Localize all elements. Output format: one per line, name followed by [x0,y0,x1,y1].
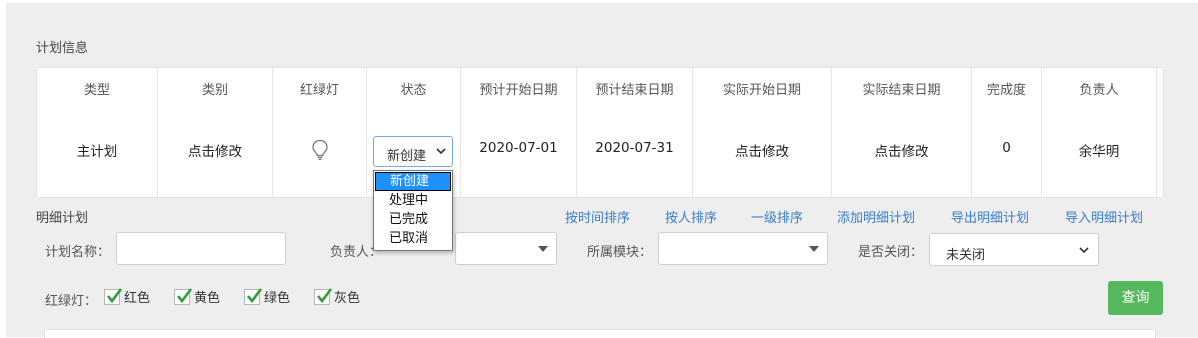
header-actual-end: 实际结束日期 [862,83,941,98]
checkbox-box[interactable] [314,287,333,305]
closed-select[interactable]: 未关闭 [929,233,1099,266]
header-completion: 完成度 [986,83,1026,98]
status-option-done[interactable]: 已完成 [374,210,452,229]
header-owner: 负责人 [1079,83,1119,98]
value-category[interactable]: 点击修改 [158,140,272,160]
caret-down-icon [538,246,548,252]
plan-name-label: 计划名称： [45,245,111,260]
checkbox-red-label: 红色 [124,291,151,306]
status-select[interactable]: 新创建 [373,136,453,167]
module-select[interactable] [658,232,828,265]
value-actual-start[interactable]: 点击修改 [693,140,831,160]
column-light: 红绿灯 [273,68,367,197]
export-detail-plan-link[interactable]: 导出明细计划 [951,207,1029,226]
checkbox-green[interactable]: 绿色 [244,287,290,307]
header-planned-start: 预计开始日期 [479,83,558,98]
header-status: 状态 [400,83,427,98]
sort-by-time-link[interactable]: 按时间排序 [565,207,630,226]
value-planned-start: 2020-07-01 [479,140,558,156]
add-detail-plan-link[interactable]: 添加明细计划 [837,207,915,226]
header-light: 红绿灯 [299,83,339,98]
module-label: 所属模块： [587,245,653,260]
check-icon [316,287,333,303]
status-select-value: 新创建 [387,149,427,164]
import-detail-plan-link[interactable]: 导入明细计划 [1065,207,1143,226]
detail-plan-title: 明细计划 [36,211,89,226]
checkbox-gray-label: 灰色 [334,291,361,306]
column-owner: 负责人 余华明 [1042,68,1157,197]
header-actual-start: 实际开始日期 [722,83,801,98]
owner-select[interactable] [455,232,557,265]
column-planned-end: 预计结束日期 2020-07-31 [577,68,693,197]
column-planned-start: 预计开始日期 2020-07-01 [461,68,577,197]
checkbox-gray[interactable]: 灰色 [314,287,360,307]
status-option-new[interactable]: 新创建 [375,172,451,191]
check-icon [106,287,123,303]
chevron-down-icon [1079,247,1089,254]
closed-select-value: 未关闭 [946,248,986,263]
chevron-down-icon [436,148,446,155]
level-sort-link[interactable]: 一级排序 [751,207,803,226]
column-category: 类别 点击修改 [158,68,273,197]
value-planned-end: 2020-07-31 [595,140,674,156]
check-icon [246,287,263,303]
header-category: 类别 [201,83,228,98]
header-type: 类型 [83,83,110,98]
plan-info-title: 计划信息 [36,41,89,56]
query-button[interactable]: 查询 [1108,281,1163,315]
checkbox-green-label: 绿色 [264,291,291,306]
checkbox-box[interactable] [244,287,263,305]
light-bulb-icon[interactable] [311,139,329,161]
traffic-light-label: 红绿灯： [45,294,98,309]
checkbox-yellow[interactable]: 黄色 [174,287,220,307]
checkbox-red[interactable]: 红色 [104,287,150,307]
checkbox-yellow-label: 黄色 [194,291,221,306]
column-completion: 完成度 0 [972,68,1042,197]
sort-by-person-link[interactable]: 按人排序 [665,207,717,226]
checkbox-box[interactable] [174,287,193,305]
value-type: 主计划 [76,144,118,160]
column-actual-end: 实际结束日期 点击修改 [832,68,972,197]
plan-name-input[interactable] [116,232,286,265]
value-owner: 余华明 [1078,144,1120,160]
status-dropdown-list: 新创建 处理中 已完成 已取消 [373,170,453,251]
closed-label: 是否关闭： [858,245,924,260]
caret-down-icon [809,246,819,252]
plan-info-table: 类型 主计划 类别 点击修改 红绿灯 状态 新创建 预计开始日期 2020-07… [36,67,1164,198]
status-option-processing[interactable]: 处理中 [374,191,452,210]
value-completion: 0 [1002,140,1011,156]
header-planned-end: 预计结束日期 [595,83,674,98]
column-actual-start: 实际开始日期 点击修改 [693,68,832,197]
status-option-cancelled[interactable]: 已取消 [374,229,452,248]
value-actual-end[interactable]: 点击修改 [832,140,971,160]
check-icon [176,287,193,303]
checkbox-box[interactable] [104,287,123,305]
column-type: 类型 主计划 [37,68,158,197]
